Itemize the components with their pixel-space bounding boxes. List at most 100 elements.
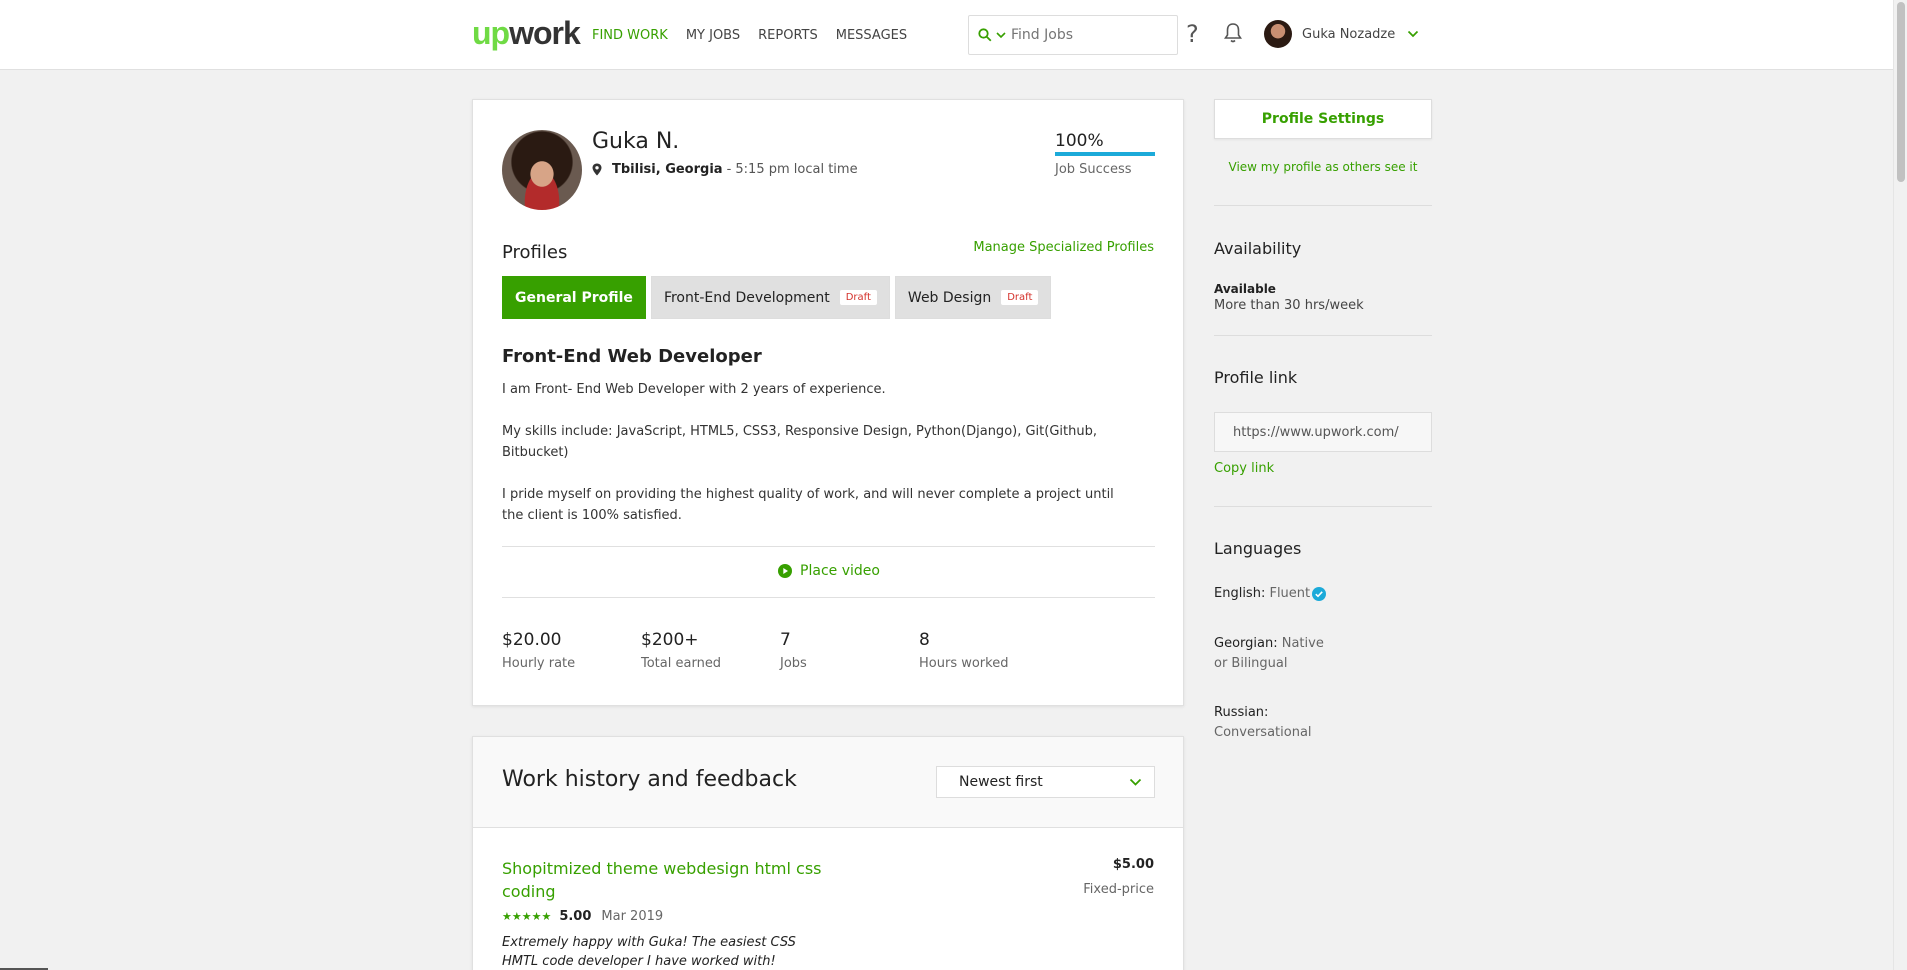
language-item: English: Fluent <box>1214 584 1432 604</box>
profile-name: Guka N. <box>592 129 680 154</box>
tab-front-end-development[interactable]: Front-End Development Draft <box>650 276 890 319</box>
job-success-value: 100% <box>1055 131 1104 151</box>
profile-location: Tbilisi, Georgia - 5:15 pm local time <box>592 162 858 177</box>
avatar <box>1264 20 1292 48</box>
language-level: Conversational <box>1214 725 1312 740</box>
stat-hours-worked: 8 Hours worked <box>919 630 1058 671</box>
divider <box>1214 506 1432 507</box>
place-video-button[interactable]: Place video <box>473 563 1185 579</box>
search-box <box>968 15 1178 55</box>
manage-specialized-profiles-link[interactable]: Manage Specialized Profiles <box>973 240 1154 255</box>
stat-total-earned: $200+ Total earned <box>641 630 780 671</box>
language-name: English: <box>1214 586 1266 601</box>
stat-label: Total earned <box>641 656 722 671</box>
language-item: Russian: Conversational <box>1214 703 1314 743</box>
profile-avatar[interactable] <box>502 130 582 210</box>
main-nav: FIND WORK MY JOBS REPORTS MESSAGES <box>592 0 925 70</box>
sort-dropdown[interactable]: Newest first <box>936 766 1155 798</box>
profile-local-time: - 5:15 pm local time <box>726 162 858 177</box>
verified-icon <box>1312 586 1327 601</box>
work-history-title: Work history and feedback <box>502 767 797 792</box>
job-title-link[interactable]: Shopitmized theme webdesign html css cod… <box>502 857 822 903</box>
scrollbar-thumb[interactable] <box>1897 2 1905 182</box>
stat-jobs: 7 Jobs <box>780 630 919 671</box>
job-amount: $5.00 <box>1112 857 1154 872</box>
work-history-card: Work history and feedback Newest first S… <box>472 736 1184 970</box>
languages-title: Languages <box>1214 539 1302 558</box>
nav-my-jobs[interactable]: MY JOBS <box>686 28 740 43</box>
stat-value: 7 <box>780 630 791 650</box>
chevron-down-icon <box>1129 778 1142 786</box>
user-menu[interactable]: Guka Nozadze <box>1264 20 1419 48</box>
overview-paragraph: I pride myself on providing the highest … <box>502 487 1114 523</box>
language-item: Georgian: Native or Bilingual <box>1214 634 1334 674</box>
top-navbar: upwork FIND WORK MY JOBS REPORTS MESSAGE… <box>0 0 1907 70</box>
job-success-score: 100% Job Success <box>1055 131 1155 177</box>
star-icon: ★★★★★ <box>502 910 552 923</box>
divider <box>502 546 1155 547</box>
profile-card: Guka N. Tbilisi, Georgia - 5:15 pm local… <box>472 99 1184 706</box>
nav-find-work[interactable]: FIND WORK <box>592 28 668 43</box>
overview-paragraph: My skills include: JavaScript, HTML5, CS… <box>502 424 1097 460</box>
job-date: Mar 2019 <box>601 909 664 924</box>
draft-badge: Draft <box>839 290 877 305</box>
availability-value: More than 30 hrs/week <box>1214 298 1364 313</box>
location-pin-icon <box>592 163 602 176</box>
job-feedback: Extremely happy with Guka! The easiest C… <box>502 935 796 969</box>
language-name: Georgian: <box>1214 636 1278 651</box>
tab-general-profile[interactable]: General Profile <box>502 276 646 319</box>
availability-label: Available <box>1214 282 1276 296</box>
right-sidebar: Profile Settings View my profile as othe… <box>1214 99 1432 743</box>
language-name: Russian: <box>1214 705 1269 720</box>
place-video-label: Place video <box>800 563 880 579</box>
availability-title: Availability <box>1214 239 1302 258</box>
stat-label: Hours worked <box>919 656 1009 671</box>
user-name: Guka Nozadze <box>1302 26 1396 42</box>
nav-messages[interactable]: MESSAGES <box>836 28 907 43</box>
page-scrollbar[interactable] <box>1893 0 1907 970</box>
search-icon <box>978 28 992 42</box>
stat-label: Jobs <box>780 656 807 671</box>
divider <box>1214 335 1432 336</box>
copy-link-button[interactable]: Copy link <box>1214 461 1432 476</box>
job-rating: ★★★★★ 5.00 Mar 2019 <box>502 909 663 924</box>
upwork-logo[interactable]: upwork <box>472 14 581 52</box>
profile-link-title: Profile link <box>1214 368 1298 387</box>
divider <box>1214 205 1432 206</box>
job-success-label: Job Success <box>1055 162 1132 177</box>
profile-settings-button[interactable]: Profile Settings <box>1214 99 1432 139</box>
bell-icon[interactable] <box>1224 22 1242 44</box>
profile-tabs: General Profile Front-End Development Dr… <box>502 276 1056 319</box>
help-icon[interactable]: ? <box>1186 20 1199 48</box>
language-level: Fluent <box>1269 586 1311 601</box>
work-history-header: Work history and feedback Newest first <box>473 737 1183 828</box>
view-profile-as-others-link[interactable]: View my profile as others see it <box>1214 160 1432 174</box>
draft-badge: Draft <box>1001 290 1039 305</box>
chevron-down-icon <box>996 32 1006 39</box>
job-success-bar <box>1055 152 1155 156</box>
tab-label: General Profile <box>515 289 633 306</box>
chevron-down-icon <box>1408 30 1419 38</box>
profile-city: Tbilisi, Georgia <box>612 162 723 177</box>
tab-web-design[interactable]: Web Design Draft <box>894 276 1052 319</box>
profiles-heading: Profiles <box>502 242 568 263</box>
profile-headline: Front-End Web Developer <box>502 346 762 367</box>
search-type-toggle[interactable] <box>969 28 1011 42</box>
tab-label: Front-End Development <box>663 289 830 306</box>
profile-link-field[interactable]: https://www.upwork.com/ <box>1214 412 1432 452</box>
tab-label: Web Design <box>907 289 992 306</box>
job-success-bar-fill <box>1055 152 1155 156</box>
stat-label: Hourly rate <box>502 656 576 671</box>
nav-reports[interactable]: REPORTS <box>758 28 818 43</box>
profile-overview: I am Front- End Web Developer with 2 yea… <box>502 379 1122 547</box>
stat-value: 8 <box>919 630 930 650</box>
search-input[interactable] <box>1011 27 1161 43</box>
job-type: Fixed-price <box>1083 882 1154 897</box>
overview-paragraph: I am Front- End Web Developer with 2 yea… <box>502 382 886 397</box>
profile-stats: $20.00 Hourly rate $200+ Total earned 7 … <box>502 630 1058 671</box>
job-score: 5.00 <box>559 909 592 924</box>
stat-value: $200+ <box>641 630 699 650</box>
divider <box>502 597 1155 598</box>
stat-value: $20.00 <box>502 630 562 650</box>
sort-value: Newest first <box>959 774 1043 790</box>
